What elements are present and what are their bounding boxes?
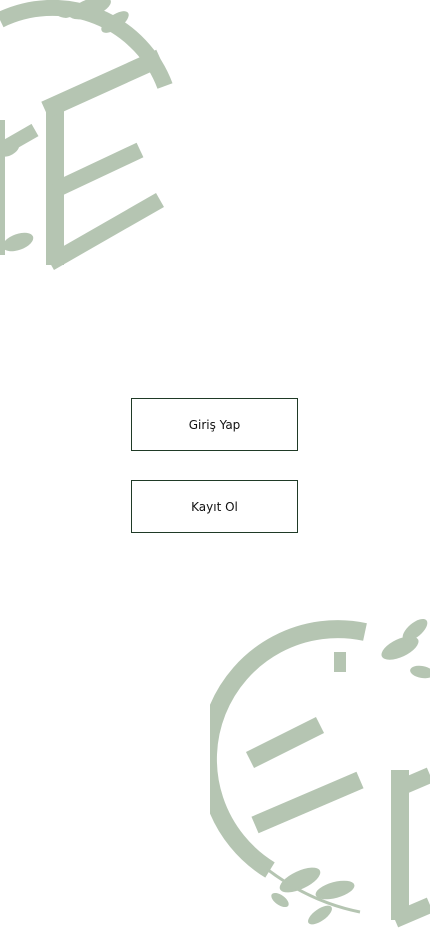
register-button-label: Kayıt Ol xyxy=(191,499,238,514)
logo-monogram-bottom xyxy=(210,618,430,928)
logo-monogram-top xyxy=(0,0,173,270)
login-button-label: Giriş Yap xyxy=(188,417,241,432)
register-button[interactable]: Kayıt Ol xyxy=(131,480,298,533)
login-button[interactable]: Giriş Yap xyxy=(131,398,298,451)
